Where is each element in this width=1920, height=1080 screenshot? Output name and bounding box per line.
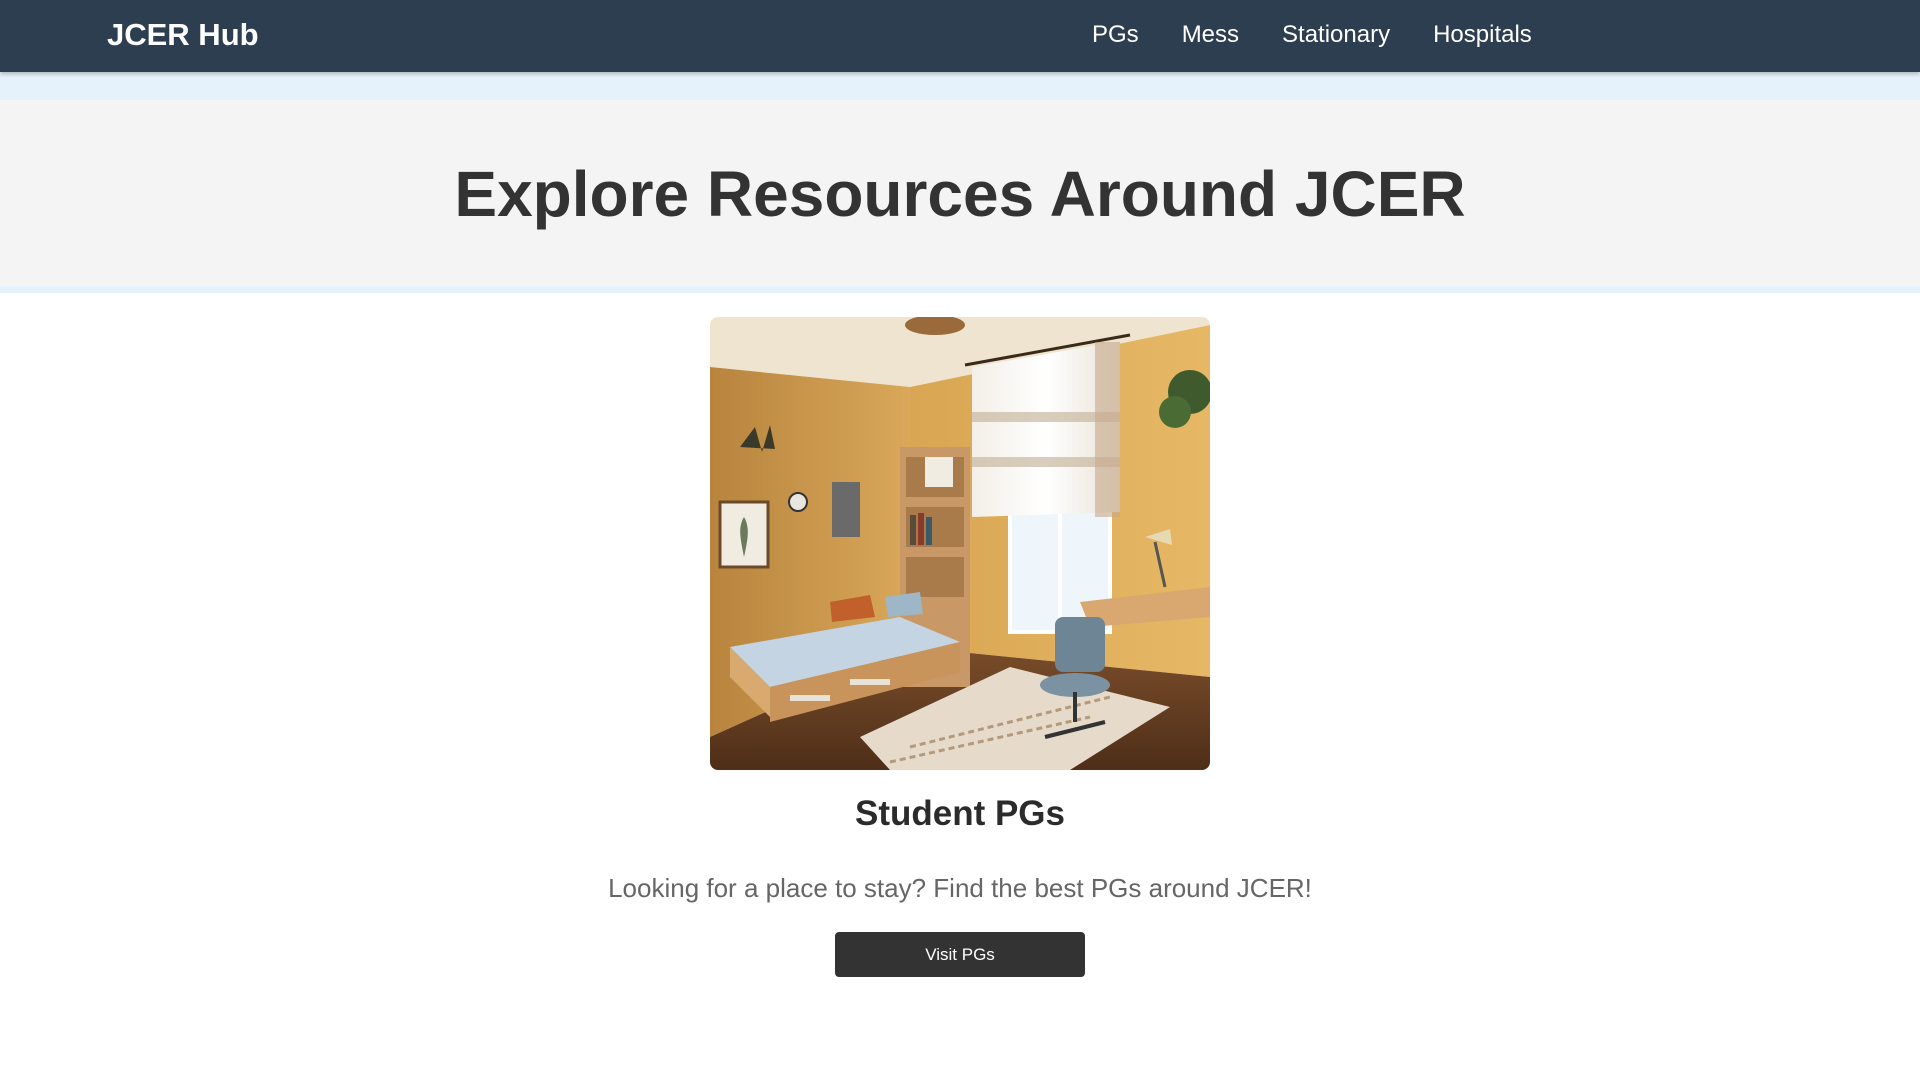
nav-link-pgs[interactable]: PGs	[1092, 19, 1139, 53]
nav-links: PGs Mess Stationary Hospitals	[1092, 19, 1532, 53]
nav-link-hospitals[interactable]: Hospitals	[1433, 19, 1532, 53]
student-room-image	[710, 317, 1210, 770]
card-title: Student PGs	[854, 794, 1066, 833]
nav-link-mess[interactable]: Mess	[1182, 19, 1239, 53]
page-title: Explore Resources Around JCER	[454, 158, 1466, 230]
hero-section: Explore Resources Around JCER	[0, 100, 1920, 286]
visit-pgs-button[interactable]: Visit PGs	[835, 932, 1085, 977]
card-description: Looking for a place to stay? Find the be…	[608, 873, 1312, 903]
navbar: JCER Hub PGs Mess Stationary Hospitals	[0, 0, 1920, 72]
brand-logo[interactable]: JCER Hub	[107, 16, 259, 54]
nav-link-stationary[interactable]: Stationary	[1282, 19, 1390, 53]
